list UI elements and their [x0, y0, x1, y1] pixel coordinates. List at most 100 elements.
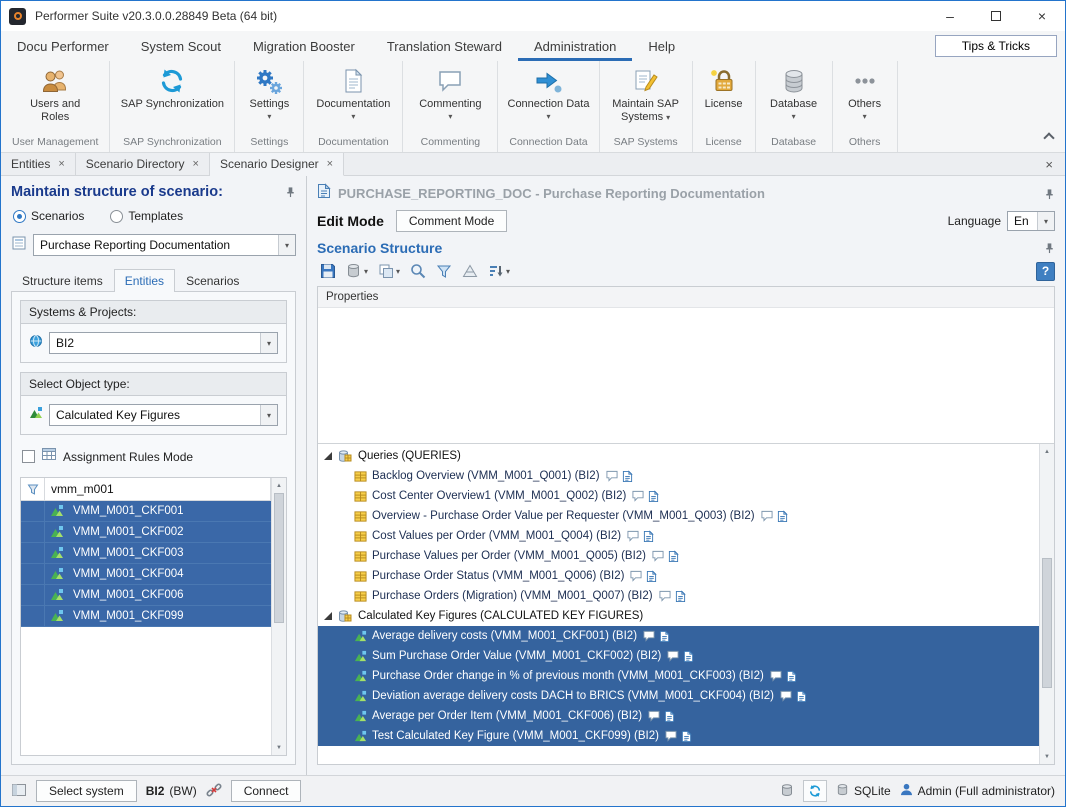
documentation-page-icon[interactable] — [643, 530, 654, 543]
select-system-button[interactable]: Select system — [36, 780, 137, 802]
scrollbar-thumb[interactable] — [274, 493, 284, 623]
grid-row[interactable]: VMM_M001_CKF004 — [21, 564, 271, 585]
license-button[interactable]: License — [696, 64, 752, 134]
documentation-page-icon[interactable] — [664, 710, 675, 723]
tree-item-ckf-selected[interactable]: Average per Order Item (VMM_M001_CKF006)… — [318, 706, 1039, 726]
tab-structure-items[interactable]: Structure items — [11, 269, 114, 292]
tab-entities-left[interactable]: Entities — [114, 269, 175, 292]
expand-levels-button[interactable] — [459, 261, 481, 281]
tree-scrollbar[interactable]: ▲ ▼ — [1039, 444, 1054, 764]
comment-icon[interactable] — [605, 470, 619, 482]
comment-icon[interactable] — [666, 650, 680, 662]
collapse-node-icon[interactable] — [324, 612, 332, 620]
scrollbar-thumb[interactable] — [1042, 558, 1052, 689]
comment-icon[interactable] — [664, 730, 678, 742]
documentation-button[interactable]: Documentation ▾ — [307, 64, 399, 134]
scenario-dropdown[interactable]: Purchase Reporting Documentation▾ — [33, 234, 296, 256]
save-button[interactable] — [317, 261, 339, 281]
tree-item-query[interactable]: Backlog Overview (VMM_M001_Q001) (BI2) — [318, 466, 1039, 486]
comment-icon[interactable] — [651, 550, 665, 562]
documentation-page-icon[interactable] — [646, 570, 657, 583]
menu-help[interactable]: Help — [632, 31, 691, 61]
comment-icon[interactable] — [629, 570, 643, 582]
language-dropdown[interactable]: En▾ — [1007, 211, 1055, 231]
tree-item-query[interactable]: Purchase Orders (Migration) (VMM_M001_Q0… — [318, 586, 1039, 606]
close-icon[interactable]: × — [58, 158, 64, 170]
comment-icon[interactable] — [626, 530, 640, 542]
tree-group-calculated-key-figures[interactable]: Calculated Key Figures (CALCULATED KEY F… — [318, 606, 1039, 626]
documentation-page-icon[interactable] — [675, 590, 686, 603]
user-status[interactable]: Admin (Full administrator) — [900, 783, 1055, 799]
comment-icon[interactable] — [658, 590, 672, 602]
tab-scenarios-left[interactable]: Scenarios — [175, 269, 250, 292]
comment-icon[interactable] — [631, 490, 645, 502]
users-and-roles-button[interactable]: Users and Roles — [18, 64, 92, 134]
minimize-button[interactable]: – — [927, 1, 973, 31]
tree-item-query[interactable]: Overview - Purchase Order Value per Requ… — [318, 506, 1039, 526]
settings-button[interactable]: Settings ▾ — [238, 64, 300, 134]
database-icon[interactable] — [780, 783, 794, 800]
sort-button[interactable]: ▾ — [485, 261, 513, 281]
grid-filter-input[interactable]: vmm_m001 — [45, 478, 271, 500]
radio-scenarios[interactable]: Scenarios — [13, 209, 84, 223]
menu-system-scout[interactable]: System Scout — [125, 31, 237, 61]
tree-item-query[interactable]: Purchase Order Status (VMM_M001_Q006) (B… — [318, 566, 1039, 586]
commenting-button[interactable]: Commenting ▾ — [406, 64, 494, 134]
object-type-dropdown[interactable]: Calculated Key Figures▾ — [49, 404, 278, 426]
menu-administration[interactable]: Administration — [518, 31, 632, 61]
help-button[interactable]: ? — [1036, 262, 1055, 281]
tips-and-tricks-button[interactable]: Tips & Tricks — [935, 35, 1057, 57]
filter-funnel-icon[interactable] — [21, 478, 45, 500]
documentation-page-icon[interactable] — [683, 650, 694, 663]
comment-icon[interactable] — [779, 690, 793, 702]
radio-templates[interactable]: Templates — [110, 209, 183, 223]
documentation-page-icon[interactable] — [659, 630, 670, 643]
documentation-page-icon[interactable] — [777, 510, 788, 523]
documentation-page-icon[interactable] — [622, 470, 633, 483]
menu-migration-booster[interactable]: Migration Booster — [237, 31, 371, 61]
grid-scrollbar[interactable]: ▲ ▼ — [271, 478, 286, 755]
comment-icon[interactable] — [760, 510, 774, 522]
grid-row[interactable]: VMM_M001_CKF099 — [21, 606, 271, 627]
system-dropdown[interactable]: BI2▾ — [49, 332, 278, 354]
tree-item-ckf-selected[interactable]: Purchase Order change in % of previous m… — [318, 666, 1039, 686]
sap-synchronization-button[interactable]: SAP Synchronization — [113, 64, 231, 134]
tab-scenario-designer[interactable]: Scenario Designer× — [210, 153, 344, 176]
tree-item-query[interactable]: Cost Center Overview1 (VMM_M001_Q002) (B… — [318, 486, 1039, 506]
tree-item-query[interactable]: Purchase Values per Order (VMM_M001_Q005… — [318, 546, 1039, 566]
scroll-down-icon[interactable]: ▼ — [1040, 749, 1054, 764]
database-button[interactable]: Database ▾ — [759, 64, 829, 134]
connect-button[interactable]: Connect — [231, 780, 302, 802]
tree-item-ckf-selected[interactable]: Deviation average delivery costs DACH to… — [318, 686, 1039, 706]
tab-entities[interactable]: Entities× — [1, 153, 76, 175]
maximize-button[interactable] — [973, 1, 1019, 31]
others-button[interactable]: Others ▾ — [836, 64, 894, 134]
close-document-icon[interactable]: × — [1033, 157, 1065, 172]
menu-docu-performer[interactable]: Docu Performer — [1, 31, 125, 61]
documentation-page-icon[interactable] — [796, 690, 807, 703]
filter-button[interactable] — [433, 261, 455, 281]
scroll-down-icon[interactable]: ▼ — [272, 740, 286, 755]
tree-item-query[interactable]: Cost Values per Order (VMM_M001_Q004) (B… — [318, 526, 1039, 546]
close-button[interactable]: × — [1019, 1, 1065, 31]
comment-icon[interactable] — [642, 630, 656, 642]
collapse-ribbon-icon[interactable] — [1043, 132, 1054, 143]
documentation-page-icon[interactable] — [648, 490, 659, 503]
maintain-sap-systems-button[interactable]: Maintain SAP Systems▾ — [603, 64, 689, 134]
grid-row[interactable]: VMM_M001_CKF002 — [21, 522, 271, 543]
export-button[interactable]: ▾ — [343, 261, 371, 281]
grid-row[interactable]: VMM_M001_CKF001 — [21, 501, 271, 522]
scroll-up-icon[interactable]: ▲ — [1040, 444, 1054, 459]
comment-icon[interactable] — [647, 710, 661, 722]
refresh-button[interactable] — [803, 780, 827, 802]
grid-row[interactable]: VMM_M001_CKF006 — [21, 585, 271, 606]
zoom-button[interactable] — [407, 261, 429, 281]
panels-icon[interactable] — [11, 782, 27, 801]
assignment-rules-checkbox[interactable] — [22, 450, 35, 463]
pin-icon[interactable] — [285, 186, 296, 198]
pin-icon[interactable] — [1044, 188, 1055, 200]
documentation-page-icon[interactable] — [681, 730, 692, 743]
grid-row[interactable]: VMM_M001_CKF003 — [21, 543, 271, 564]
close-icon[interactable]: × — [193, 158, 199, 170]
tree-item-ckf-selected[interactable]: Test Calculated Key Figure (VMM_M001_CKF… — [318, 726, 1039, 746]
